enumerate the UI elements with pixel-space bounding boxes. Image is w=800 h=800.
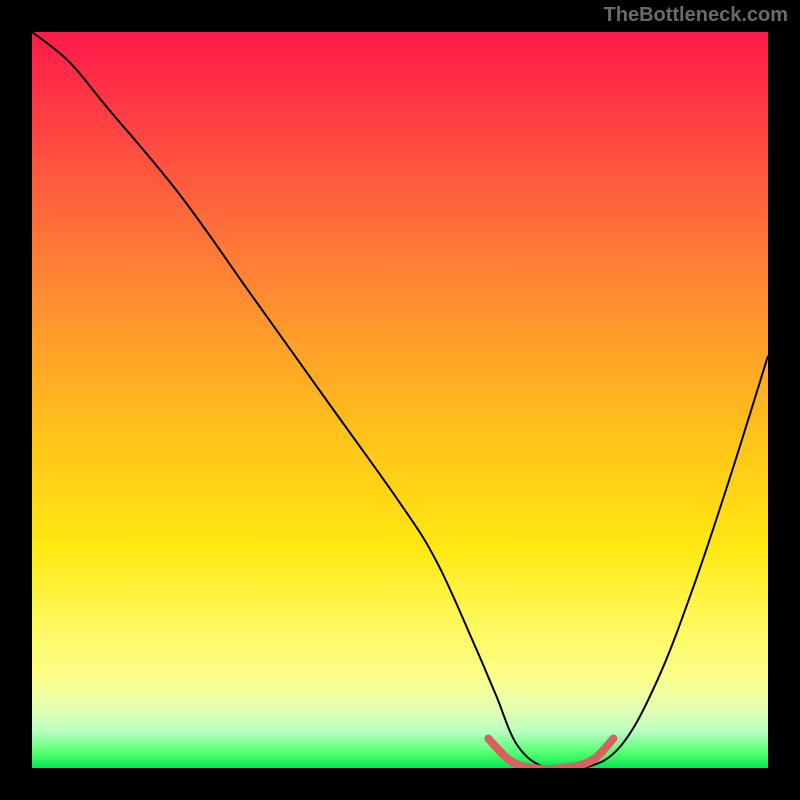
chart-plot-area bbox=[32, 32, 768, 768]
bottleneck-curve-line bbox=[32, 32, 768, 768]
chart-svg bbox=[32, 32, 768, 768]
watermark-text: TheBottleneck.com bbox=[604, 4, 788, 27]
